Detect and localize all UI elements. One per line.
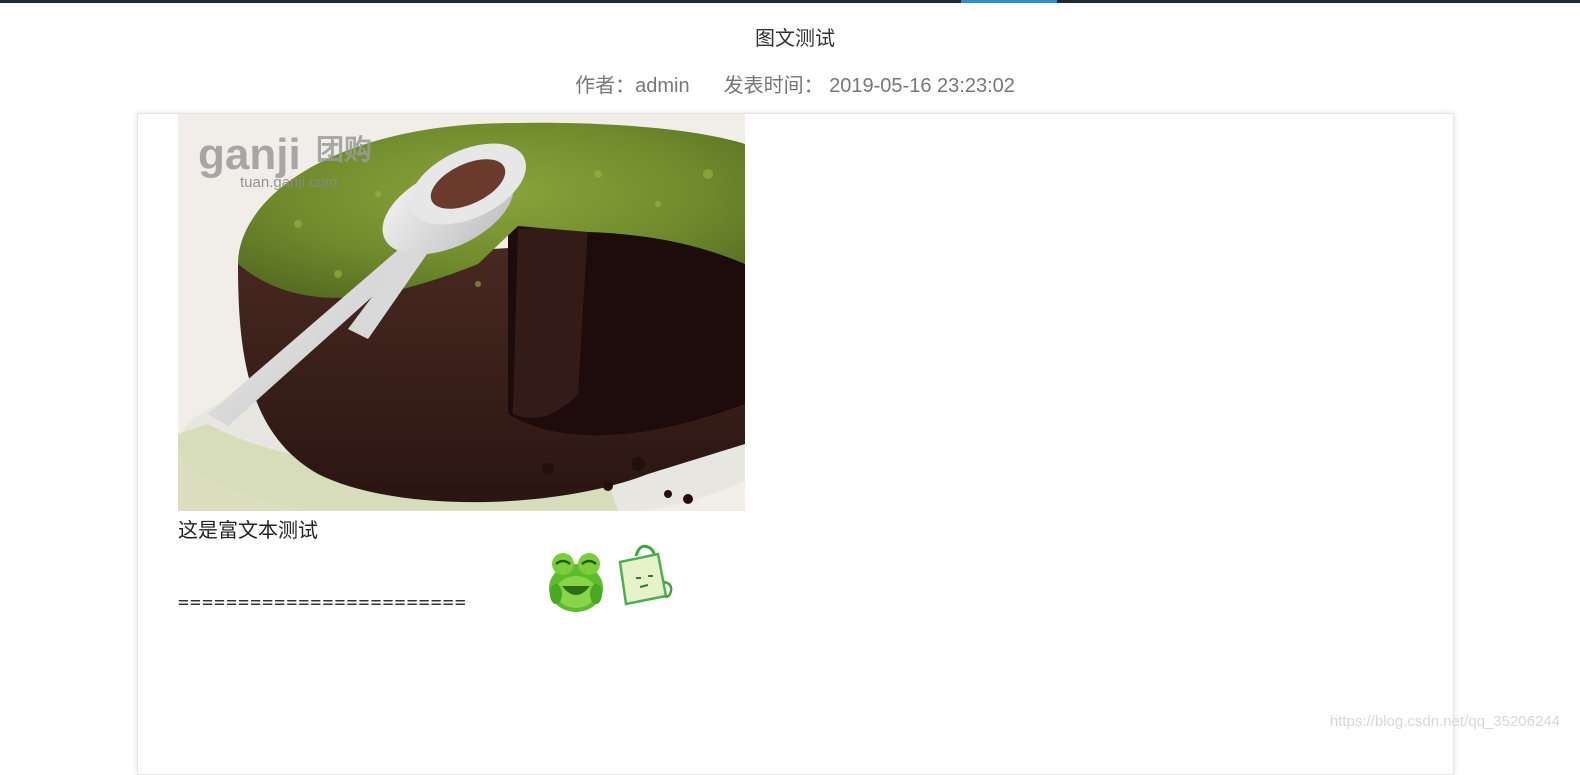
top-nav-bar	[0, 0, 1580, 3]
publish-time: 2019-05-16 23:23:02	[829, 75, 1015, 97]
article-meta: 作者：admin 发表时间： 2019-05-16 23:23:02	[0, 69, 1580, 98]
cake-image: ganji 团购 tuan.ganji.com	[178, 114, 745, 511]
separator-text: ========================	[178, 592, 467, 613]
rich-text-paragraph: 这是富文本测试	[178, 520, 318, 542]
top-nav-active-indicator	[961, 0, 1057, 3]
page-watermark: https://blog.csdn.net/qq_35206244	[1329, 713, 1560, 730]
svg-text:ganji: ganji	[198, 130, 301, 179]
author-name: admin	[635, 75, 690, 97]
shopping-bag-emoji-icon	[614, 542, 676, 608]
frog-emoji-icon	[546, 546, 606, 612]
article-title: 图文测试	[755, 28, 835, 50]
svg-text:tuan.ganji.com: tuan.ganji.com	[240, 174, 338, 191]
article-content: ganji 团购 tuan.ganji.com 这是富文本测试 ========…	[137, 113, 1454, 775]
svg-text:团购: 团购	[316, 133, 372, 166]
author-label: 作者：	[575, 75, 636, 97]
publish-time-label: 发表时间：	[723, 75, 824, 97]
